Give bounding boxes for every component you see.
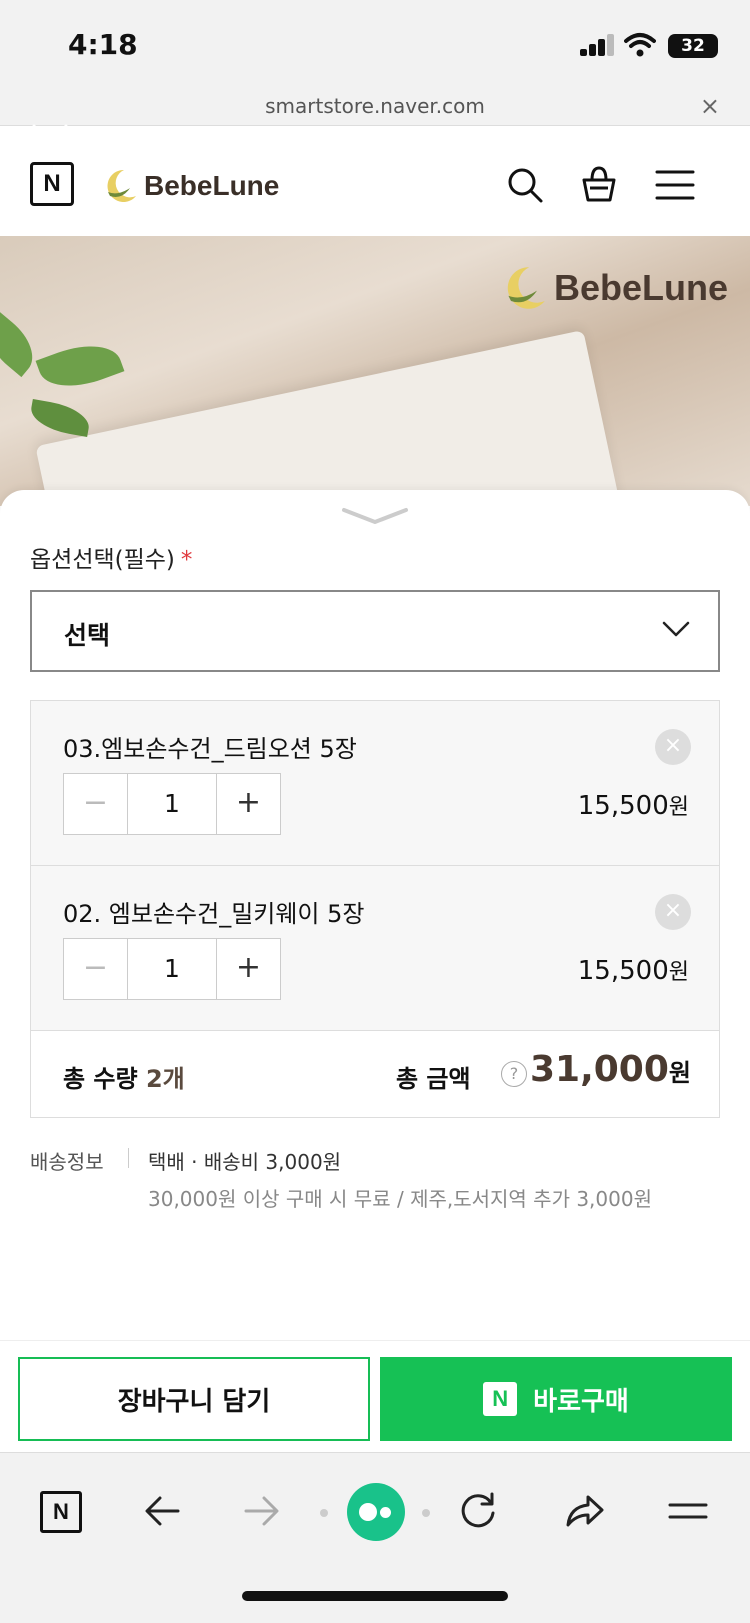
home-indicator bbox=[242, 1591, 508, 1601]
wifi-icon bbox=[624, 33, 656, 57]
item-price-value: 15,500 bbox=[577, 956, 669, 986]
increase-button[interactable]: + bbox=[216, 939, 280, 999]
action-bar: 장바구니 담기 N 바로구매 bbox=[0, 1340, 750, 1452]
total-amount-value: 31,000 bbox=[529, 1049, 669, 1090]
brand-logo[interactable]: BebeLune bbox=[100, 164, 279, 208]
total-quantity-value: 2개 bbox=[145, 1065, 185, 1093]
item-price: 15,500원 bbox=[578, 954, 689, 986]
quantity-stepper: − 1 + bbox=[63, 938, 281, 1000]
total-quantity-label: 총 수량 bbox=[63, 1065, 138, 1093]
shipping-label: 배송정보 bbox=[30, 1150, 104, 1174]
hero-brand-logo: BebeLune bbox=[498, 262, 728, 314]
close-icon[interactable] bbox=[30, 122, 70, 162]
option-select[interactable]: 선택 bbox=[30, 590, 720, 672]
naver-logo[interactable]: N bbox=[30, 162, 74, 206]
towel-image bbox=[35, 329, 625, 506]
option-sheet: 옵션선택(필수) * 선택 03.엠보손수건_드림오션 5장 × − 1 + 15… bbox=[0, 490, 750, 1340]
battery-icon: 32 bbox=[668, 34, 718, 58]
divider bbox=[128, 1148, 129, 1168]
forward-arrow-icon[interactable] bbox=[240, 1489, 284, 1533]
green-dot-menu-icon[interactable] bbox=[347, 1483, 405, 1541]
moon-icon bbox=[507, 267, 545, 309]
total-amount-label: 총 금액 bbox=[396, 1065, 471, 1093]
site-header: N BebeLune bbox=[0, 124, 750, 236]
naver-pay-icon: N bbox=[483, 1382, 518, 1416]
sheet-collapse-icon[interactable] bbox=[340, 504, 410, 528]
selected-item: 03.엠보손수건_드림오션 5장 × − 1 + 15,500원 bbox=[31, 701, 719, 866]
selected-items: 03.엠보손수건_드림오션 5장 × − 1 + 15,500원 02. 엠보손… bbox=[30, 700, 720, 1118]
option-label-text: 옵션선택(필수) bbox=[30, 547, 175, 573]
decrease-button[interactable]: − bbox=[64, 939, 128, 999]
search-icon[interactable] bbox=[504, 164, 546, 206]
browser-url-bar[interactable]: smartstore.naver.com × bbox=[0, 90, 750, 126]
decrease-button[interactable]: − bbox=[64, 774, 128, 834]
add-to-cart-button[interactable]: 장바구니 담기 bbox=[18, 1357, 370, 1441]
share-icon[interactable] bbox=[562, 1489, 606, 1533]
refresh-icon[interactable] bbox=[456, 1489, 500, 1533]
status-time: 4:18 bbox=[68, 28, 138, 61]
moon-icon bbox=[107, 169, 136, 202]
remove-item-icon[interactable]: × bbox=[655, 894, 691, 930]
brand-name: BebeLune bbox=[144, 170, 280, 201]
url-text[interactable]: smartstore.naver.com bbox=[0, 94, 750, 118]
status-bar: 4:18 32 bbox=[0, 0, 750, 90]
page-dot bbox=[320, 1509, 328, 1517]
shipping-method: 택배 · 배송비 3,000원 bbox=[148, 1150, 342, 1174]
order-totals: 총 수량 2개 총 금액 ? 31,000원 bbox=[31, 1031, 719, 1117]
quantity-value[interactable]: 1 bbox=[128, 939, 216, 999]
menu-icon[interactable] bbox=[654, 164, 696, 206]
total-quantity: 총 수량 2개 bbox=[63, 1059, 185, 1094]
cart-icon[interactable] bbox=[578, 164, 620, 206]
option-label: 옵션선택(필수) * bbox=[30, 540, 192, 574]
chevron-down-icon bbox=[662, 621, 690, 637]
item-price-value: 15,500 bbox=[577, 791, 669, 821]
selected-item: 02. 엠보손수건_밀키웨이 5장 × − 1 + 15,500원 bbox=[31, 866, 719, 1031]
remove-item-icon[interactable]: × bbox=[655, 729, 691, 765]
quantity-stepper: − 1 + bbox=[63, 773, 281, 835]
help-icon[interactable]: ? bbox=[501, 1061, 527, 1087]
back-arrow-icon[interactable] bbox=[140, 1489, 184, 1533]
required-mark: * bbox=[180, 547, 193, 573]
buy-now-button[interactable]: N 바로구매 bbox=[380, 1357, 732, 1441]
item-name: 03.엠보손수건_드림오션 5장 bbox=[63, 735, 357, 763]
naver-home-icon[interactable]: N bbox=[40, 1491, 82, 1533]
hero-brand-name: BebeLune bbox=[553, 267, 728, 308]
increase-button[interactable]: + bbox=[216, 774, 280, 834]
currency-label: 원 bbox=[668, 1059, 691, 1087]
item-price: 15,500원 bbox=[578, 789, 689, 821]
browser-nav-bar: N bbox=[0, 1452, 750, 1623]
leaf-image bbox=[28, 399, 92, 437]
cellular-signal-icon bbox=[580, 34, 616, 56]
currency-label: 원 bbox=[668, 795, 689, 820]
shipping-note: 30,000원 이상 구매 시 무료 / 제주,도서지역 추가 3,000원 bbox=[148, 1187, 652, 1211]
page-dot bbox=[422, 1509, 430, 1517]
currency-label: 원 bbox=[668, 960, 689, 985]
leaf-image bbox=[35, 333, 125, 399]
hero-image: BebeLune bbox=[0, 236, 750, 506]
total-amount: 31,000원 bbox=[530, 1049, 691, 1090]
quantity-value[interactable]: 1 bbox=[128, 774, 216, 834]
option-select-value: 선택 bbox=[64, 621, 111, 650]
menu-icon[interactable] bbox=[666, 1489, 710, 1533]
item-name: 02. 엠보손수건_밀키웨이 5장 bbox=[63, 900, 365, 928]
buy-now-label: 바로구매 bbox=[533, 1386, 629, 1417]
url-close-icon[interactable]: × bbox=[700, 92, 720, 120]
